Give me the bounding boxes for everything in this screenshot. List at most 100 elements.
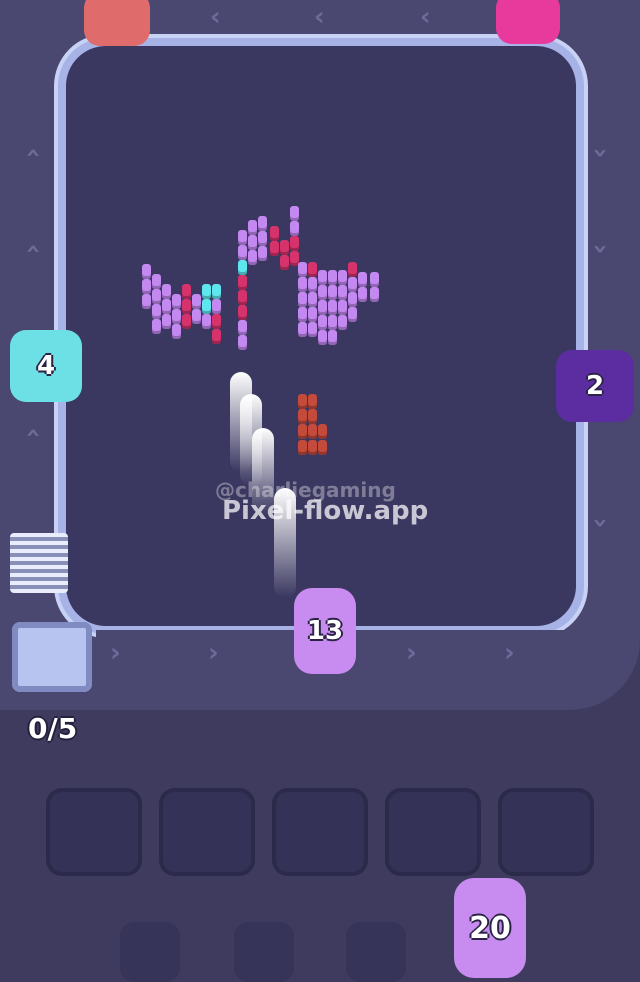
pixel-block bbox=[318, 424, 327, 439]
pixel-block bbox=[318, 440, 327, 455]
pixel-block bbox=[338, 285, 347, 300]
pixel-block bbox=[172, 324, 181, 339]
pixel-block bbox=[162, 314, 171, 329]
pixel-block bbox=[308, 262, 317, 277]
pixel-block bbox=[298, 277, 307, 292]
pixel-block bbox=[348, 277, 357, 292]
shooter-top-red[interactable] bbox=[84, 0, 150, 46]
pixel-block bbox=[212, 329, 221, 344]
pixel-block bbox=[152, 289, 161, 304]
pixel-block bbox=[358, 287, 367, 302]
pixel-block bbox=[318, 300, 327, 315]
pixel-block bbox=[298, 424, 307, 439]
pixel-block bbox=[142, 294, 151, 309]
pixel-block bbox=[238, 230, 247, 245]
pixel-block bbox=[270, 226, 279, 241]
pixel-block bbox=[238, 335, 247, 350]
pixel-block bbox=[318, 330, 327, 345]
pixel-block bbox=[212, 314, 221, 329]
pixel-block bbox=[248, 220, 257, 235]
collected-counter: 0/5 bbox=[28, 712, 78, 745]
pixel-block bbox=[348, 262, 357, 277]
empty-slot[interactable] bbox=[46, 788, 142, 876]
pixel-block bbox=[370, 272, 379, 287]
watermark: Pixel-flow.app bbox=[222, 496, 429, 526]
pixel-block bbox=[238, 245, 247, 260]
pixel-block bbox=[328, 330, 337, 345]
pixel-block bbox=[280, 240, 289, 255]
pixel-block bbox=[212, 299, 221, 314]
pixel-block bbox=[152, 319, 161, 334]
empty-slot[interactable] bbox=[272, 788, 368, 876]
pixel-block bbox=[238, 290, 247, 305]
pixel-block bbox=[298, 262, 307, 277]
pixel-block bbox=[328, 300, 337, 315]
shooter-right[interactable]: 2 bbox=[556, 350, 634, 422]
pixel-block bbox=[308, 292, 317, 307]
pixel-block bbox=[318, 285, 327, 300]
empty-slot[interactable] bbox=[385, 788, 481, 876]
empty-slot[interactable] bbox=[498, 788, 594, 876]
pixel-block bbox=[202, 284, 211, 299]
pixel-block bbox=[290, 236, 299, 251]
pixel-block bbox=[290, 206, 299, 221]
pixel-block bbox=[258, 216, 267, 231]
pixel-block bbox=[298, 307, 307, 322]
pixel-block bbox=[298, 409, 307, 424]
pixel-block bbox=[238, 305, 247, 320]
pixel-block bbox=[238, 260, 247, 275]
pixel-block bbox=[358, 272, 367, 287]
pixel-block bbox=[182, 299, 191, 314]
pixel-block bbox=[328, 270, 337, 285]
pixel-block bbox=[162, 299, 171, 314]
pixel-block bbox=[328, 315, 337, 330]
shooter-count: 13 bbox=[306, 616, 344, 646]
pixel-block bbox=[270, 241, 279, 256]
pixel-block bbox=[172, 309, 181, 324]
pixel-block bbox=[298, 440, 307, 455]
shooter-count: 4 bbox=[36, 351, 56, 381]
pixel-block bbox=[308, 424, 317, 439]
pixel-block bbox=[298, 292, 307, 307]
pixel-block bbox=[338, 300, 347, 315]
pixel-block bbox=[308, 440, 317, 455]
pixel-block bbox=[248, 250, 257, 265]
pixel-block bbox=[318, 315, 327, 330]
pixel-block bbox=[308, 307, 317, 322]
shooter-active[interactable]: 13 bbox=[294, 588, 356, 674]
pixel-block bbox=[142, 264, 151, 279]
pixel-block bbox=[238, 275, 247, 290]
empty-slot[interactable] bbox=[159, 788, 255, 876]
pixel-block bbox=[308, 277, 317, 292]
pixel-block bbox=[258, 246, 267, 261]
pixel-block bbox=[328, 285, 337, 300]
queue-shadow bbox=[120, 922, 180, 982]
pixel-block bbox=[308, 409, 317, 424]
shooter-count: 20 bbox=[469, 910, 511, 946]
pixel-block bbox=[192, 309, 201, 324]
pixel-block bbox=[318, 270, 327, 285]
shooter-top-pink[interactable] bbox=[496, 0, 560, 44]
pixel-block bbox=[212, 284, 221, 299]
pixel-block bbox=[338, 315, 347, 330]
pixel-block bbox=[202, 299, 211, 314]
pixel-block bbox=[290, 221, 299, 236]
pixel-block bbox=[308, 322, 317, 337]
pixel-block bbox=[348, 292, 357, 307]
pixel-block bbox=[202, 314, 211, 329]
pixel-block bbox=[258, 231, 267, 246]
pixel-block bbox=[152, 274, 161, 289]
pixel-block bbox=[248, 235, 257, 250]
queue-shadow bbox=[234, 922, 294, 982]
pixel-block bbox=[338, 270, 347, 285]
pixel-block bbox=[182, 284, 191, 299]
shooter-count: 2 bbox=[585, 371, 605, 401]
pixel-block bbox=[182, 314, 191, 329]
pixel-block bbox=[280, 255, 289, 270]
pixel-block bbox=[162, 284, 171, 299]
shooter-queue[interactable]: 20 bbox=[454, 878, 526, 978]
shooter-left[interactable]: 4 bbox=[10, 330, 82, 402]
pixel-block bbox=[152, 304, 161, 319]
pixel-block bbox=[348, 307, 357, 322]
pixel-block bbox=[238, 320, 247, 335]
